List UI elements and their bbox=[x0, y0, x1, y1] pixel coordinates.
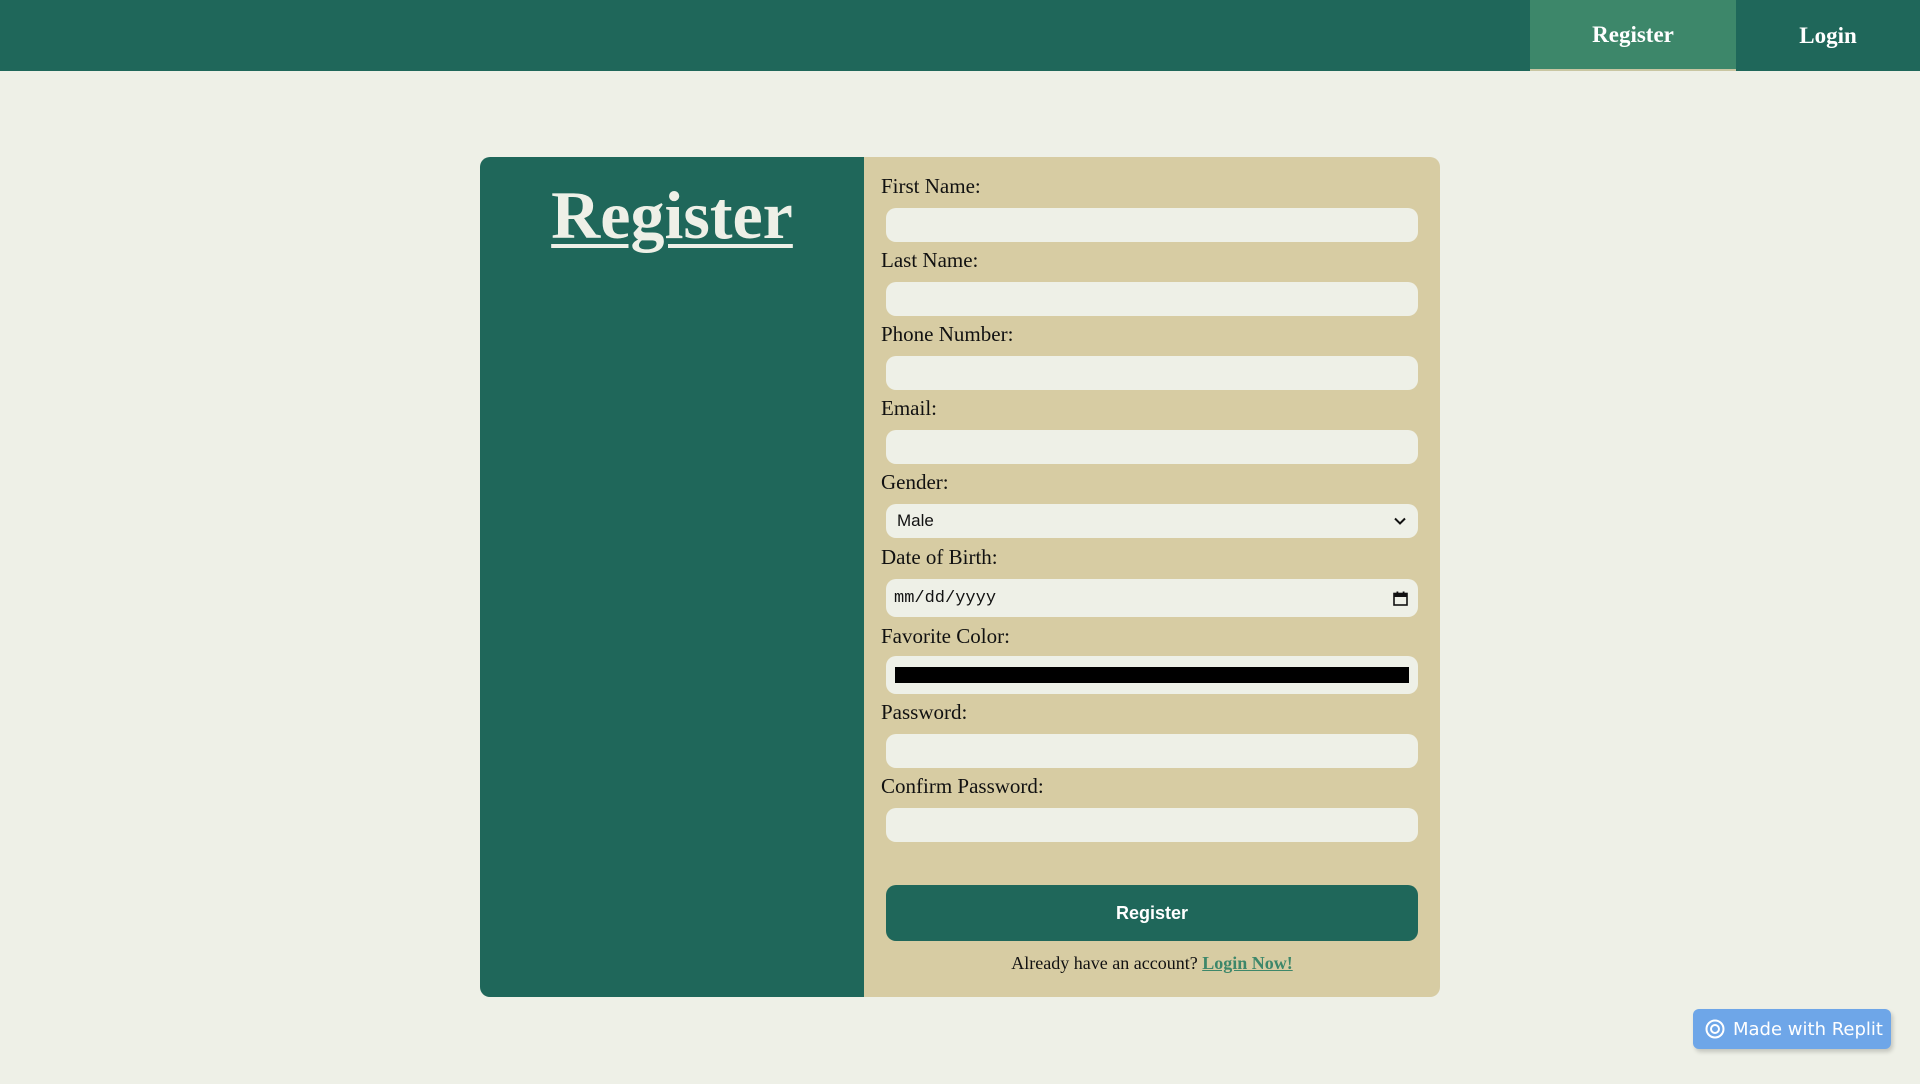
card-side-panel: Register bbox=[480, 157, 864, 997]
badge-label: Made with Replit bbox=[1733, 1018, 1883, 1040]
login-prompt: Already have an account? Login Now! bbox=[864, 953, 1440, 974]
gender-select[interactable]: Male bbox=[886, 504, 1418, 538]
email-input[interactable] bbox=[886, 430, 1418, 464]
gender-label: Gender: bbox=[881, 470, 949, 494]
first-name-label: First Name: bbox=[881, 174, 981, 198]
register-submit-button[interactable]: Register bbox=[886, 885, 1418, 941]
password-input[interactable] bbox=[886, 734, 1418, 768]
top-nav-bar: Register Login bbox=[0, 0, 1920, 71]
date-of-birth-value: mm/dd/yyyy bbox=[894, 588, 997, 608]
date-of-birth-input[interactable]: mm/dd/yyyy bbox=[886, 579, 1418, 617]
replit-icon bbox=[1705, 1019, 1725, 1039]
register-card: Register First Name: Last Name: Phone Nu… bbox=[480, 157, 1440, 997]
nav-login-label: Login bbox=[1799, 22, 1857, 48]
last-name-label: Last Name: bbox=[881, 248, 979, 272]
calendar-icon[interactable] bbox=[1392, 590, 1408, 606]
phone-number-label: Phone Number: bbox=[881, 322, 1014, 346]
register-form: First Name: Last Name: Phone Number: Ema… bbox=[864, 157, 1440, 997]
favorite-color-input[interactable] bbox=[886, 656, 1418, 694]
phone-number-input[interactable] bbox=[886, 356, 1418, 390]
login-prompt-text: Already have an account? bbox=[1011, 953, 1198, 973]
email-label: Email: bbox=[881, 396, 937, 420]
last-name-input[interactable] bbox=[886, 282, 1418, 316]
date-of-birth-label: Date of Birth: bbox=[881, 545, 998, 569]
nav-register-label: Register bbox=[1592, 21, 1674, 47]
first-name-input[interactable] bbox=[886, 208, 1418, 242]
confirm-password-input[interactable] bbox=[886, 808, 1418, 842]
nav-register-link[interactable]: Register bbox=[1530, 0, 1736, 71]
confirm-password-label: Confirm Password: bbox=[881, 774, 1044, 798]
page-title: Register bbox=[551, 177, 793, 253]
nav-login-link[interactable]: Login bbox=[1736, 0, 1920, 71]
chevron-down-icon bbox=[1393, 514, 1407, 528]
gender-selected-value: Male bbox=[897, 511, 934, 530]
made-with-replit-badge[interactable]: Made with Replit bbox=[1693, 1009, 1891, 1049]
favorite-color-label: Favorite Color: bbox=[881, 624, 1010, 648]
color-swatch bbox=[895, 667, 1409, 683]
password-label: Password: bbox=[881, 700, 968, 724]
register-submit-label: Register bbox=[1115, 902, 1189, 923]
login-now-link[interactable]: Login Now! bbox=[1202, 953, 1293, 973]
